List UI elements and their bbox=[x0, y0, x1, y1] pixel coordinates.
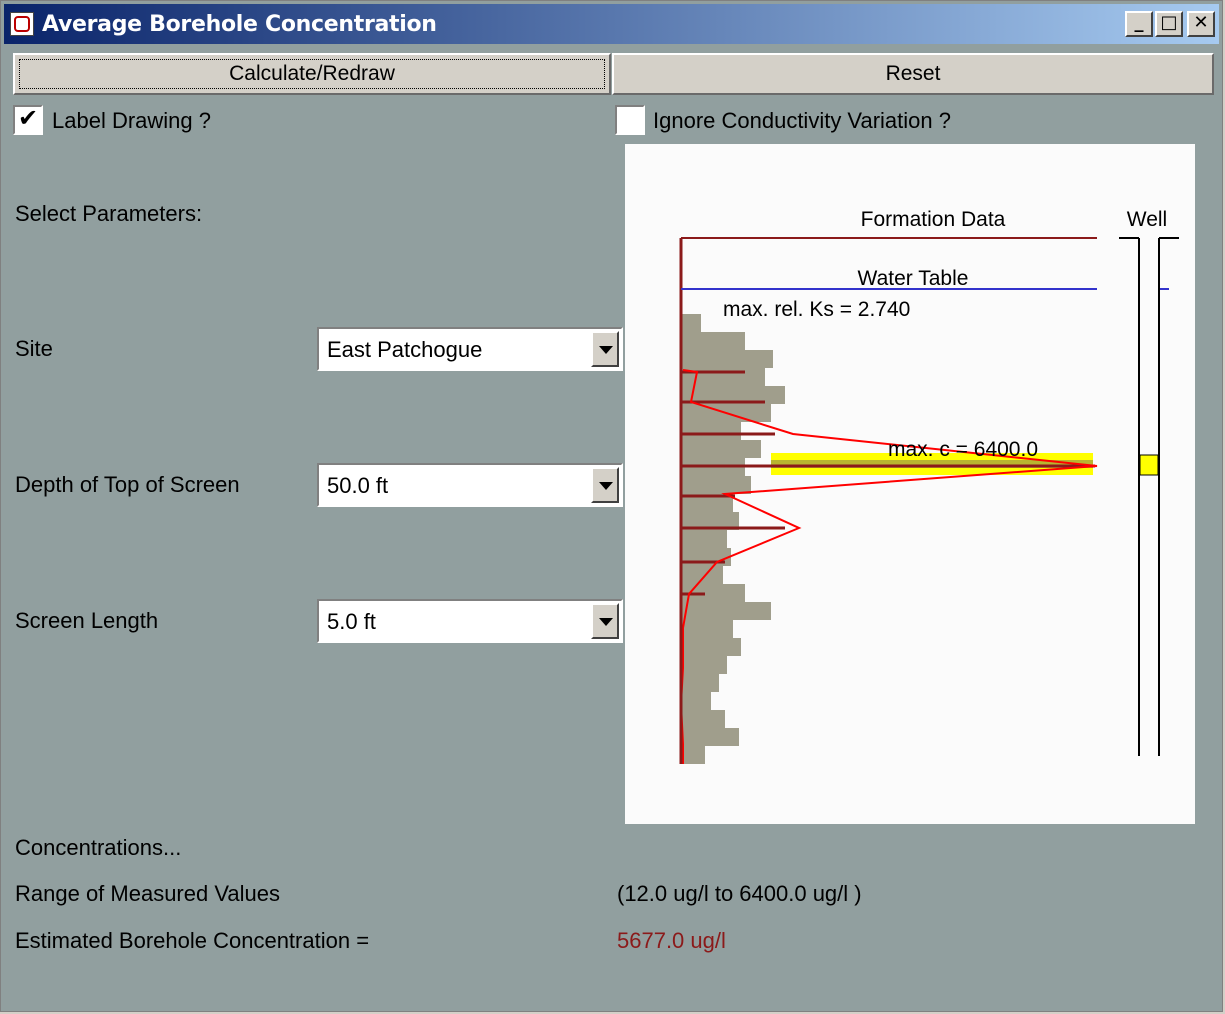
window-title: Average Borehole Concentration bbox=[42, 12, 437, 37]
screen-length-value: 5.0 ft bbox=[327, 609, 376, 634]
main-window: Average Borehole Concentration _ □ ✕ Cal… bbox=[0, 0, 1223, 1012]
max-c-label: max. c = 6400.0 bbox=[888, 438, 1038, 461]
reset-button[interactable]: Reset bbox=[612, 53, 1214, 95]
estimate-label: Estimated Borehole Concentration = bbox=[15, 928, 370, 953]
range-label: Range of Measured Values bbox=[15, 881, 280, 906]
water-table-label: Water Table bbox=[858, 267, 969, 290]
depth-top-select[interactable]: 50.0 ft bbox=[317, 463, 623, 507]
max-ks-label: max. rel. Ks = 2.740 bbox=[723, 298, 910, 321]
formation-data-label: Formation Data bbox=[861, 208, 1006, 231]
screen-length-label: Screen Length bbox=[15, 608, 159, 633]
label-drawing-checkbox[interactable]: ✔ bbox=[13, 104, 43, 135]
well-label: Well bbox=[1127, 208, 1167, 231]
site-label: Site bbox=[15, 336, 53, 361]
ignore-conductivity-label: Ignore Conductivity Variation ? bbox=[653, 108, 951, 133]
checkmark-icon: ✔ bbox=[18, 104, 39, 132]
ignore-conductivity-checkbox[interactable] bbox=[615, 105, 645, 135]
select-parameters-heading: Select Parameters: bbox=[15, 201, 203, 226]
borehole-drawing: Formation Data Well Water Table max. rel… bbox=[625, 144, 1195, 824]
range-value: (12.0 ug/l to 6400.0 ug/l ) bbox=[617, 881, 862, 906]
depth-top-value: 50.0 ft bbox=[327, 473, 389, 498]
estimate-value: 5677.0 ug/l bbox=[617, 928, 726, 953]
depth-dropdown-arrow-icon[interactable] bbox=[591, 467, 619, 503]
site-select[interactable]: East Patchogue bbox=[317, 327, 623, 371]
close-button[interactable]: ✕ bbox=[1187, 11, 1215, 37]
calculate-redraw-button[interactable]: Calculate/Redraw bbox=[13, 53, 611, 95]
site-dropdown-arrow-icon[interactable] bbox=[591, 331, 619, 367]
borehole-diagram: Formation Data Well Water Table max. rel… bbox=[679, 208, 1179, 764]
site-value: East Patchogue bbox=[327, 337, 483, 362]
java-app-icon bbox=[10, 12, 34, 36]
title-bar: Average Borehole Concentration _ □ ✕ bbox=[4, 4, 1219, 44]
focus-ring bbox=[19, 59, 605, 89]
concentrations-heading: Concentrations... bbox=[15, 835, 182, 860]
screen-length-select[interactable]: 5.0 ft bbox=[317, 599, 623, 643]
minimize-button[interactable]: _ bbox=[1125, 11, 1153, 37]
maximize-button[interactable]: □ bbox=[1155, 11, 1183, 37]
screen-length-dropdown-arrow-icon[interactable] bbox=[591, 603, 619, 639]
depth-top-label: Depth of Top of Screen bbox=[15, 472, 240, 497]
label-drawing-label: Label Drawing ? bbox=[52, 108, 211, 133]
